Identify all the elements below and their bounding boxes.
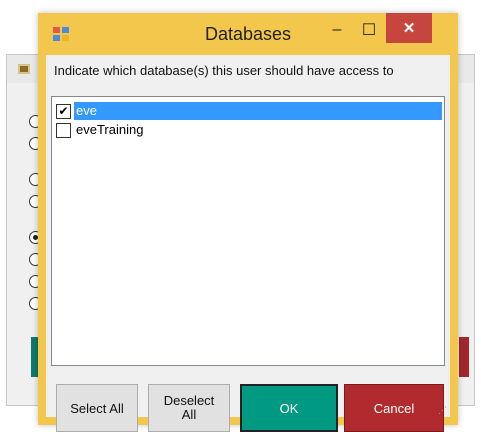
checkbox-evetraining[interactable] (56, 122, 71, 138)
dialog-client-area: Indicate which database(s) this user sho… (46, 55, 450, 432)
maximize-button[interactable]: ☐ (354, 17, 384, 43)
maximize-icon: ☐ (361, 22, 377, 39)
ok-button[interactable]: OK (240, 384, 338, 432)
list-item-label: eve (74, 102, 442, 120)
instruction-label: Indicate which database(s) this user sho… (54, 63, 394, 78)
deselect-all-label-line1: Deselect (163, 393, 215, 408)
checkbox-eve[interactable]: ✔ (56, 103, 71, 119)
databases-dialog: Databases – ☐ ✕ Indicate which database(… (38, 13, 458, 432)
close-button[interactable]: ✕ (386, 13, 432, 43)
list-item-eve[interactable]: ✔ eve (54, 102, 442, 120)
close-icon: ✕ (402, 20, 416, 37)
minimize-icon: – (332, 21, 342, 38)
select-all-label: Select All (70, 400, 124, 416)
minimize-button[interactable]: – (322, 17, 352, 43)
database-checklist[interactable]: ✔ eve eveTraining (51, 96, 445, 366)
cancel-button[interactable]: Cancel (344, 384, 444, 432)
list-item-evetraining[interactable]: eveTraining (54, 121, 442, 139)
deselect-all-label-line2: All (181, 407, 197, 422)
titlebar[interactable]: Databases – ☐ ✕ (38, 13, 458, 55)
cancel-label: Cancel (373, 400, 415, 416)
list-item-label: eveTraining (76, 122, 144, 137)
ok-label: OK (279, 400, 299, 416)
background-red-button-edge (459, 337, 469, 377)
select-all-button[interactable]: Select All (56, 384, 138, 432)
deselect-all-button[interactable]: Deselect All (148, 384, 230, 432)
resize-grip-icon[interactable]: ⋰ (438, 405, 448, 415)
check-icon: ✔ (58, 103, 69, 118)
background-app-icon (18, 64, 30, 74)
